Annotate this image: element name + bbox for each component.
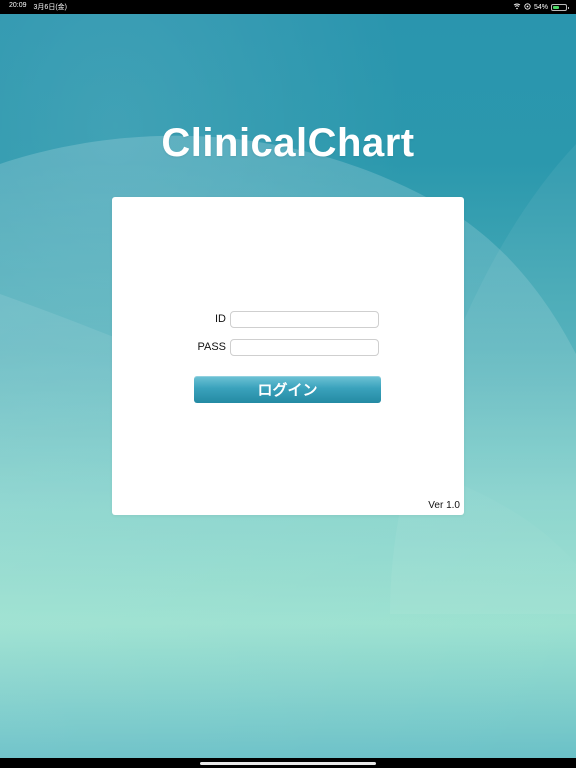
location-icon xyxy=(524,2,531,12)
battery-level xyxy=(553,5,559,9)
login-button[interactable]: ログイン xyxy=(194,376,381,403)
app-title: ClinicalChart xyxy=(161,121,415,165)
id-row: ID xyxy=(112,311,464,329)
screen: 20:09 3月6日(金) 54% ClinicalChart ID PASS … xyxy=(0,0,576,768)
wifi-icon xyxy=(513,3,521,12)
pass-row: PASS xyxy=(112,339,464,357)
id-input[interactable] xyxy=(230,311,379,328)
pass-input[interactable] xyxy=(230,339,379,356)
status-bar: 20:09 3月6日(金) 54% xyxy=(0,0,576,14)
status-date: 3月6日(金) xyxy=(33,4,67,11)
battery-icon xyxy=(551,3,569,11)
login-button-label: ログイン xyxy=(257,382,318,399)
status-time: 20:09 xyxy=(9,2,27,9)
status-left: 20:09 3月6日(金) xyxy=(9,2,67,12)
battery-percent: 54% xyxy=(533,3,548,11)
login-card: ID PASS ログイン Ver 1.0 xyxy=(112,197,464,515)
status-right: 54% xyxy=(513,2,569,12)
version-label: Ver 1.0 xyxy=(428,500,460,511)
home-bar xyxy=(0,758,576,768)
pass-label: PASS xyxy=(197,341,226,353)
home-indicator[interactable] xyxy=(200,762,376,765)
id-label: ID xyxy=(215,313,226,325)
